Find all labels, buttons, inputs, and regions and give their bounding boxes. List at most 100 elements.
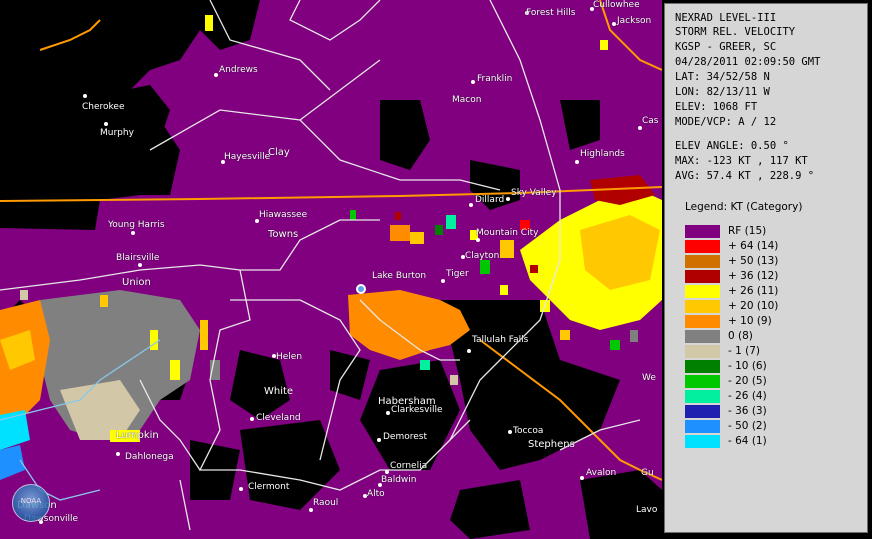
city-label: Baldwin — [381, 475, 417, 485]
legend-label: + 26 (11) — [728, 285, 779, 297]
city-label: Dahlonega — [125, 452, 174, 462]
elevation-angle: ELEV ANGLE: 0.50 ° — [675, 140, 789, 152]
city-label: Helen — [276, 352, 303, 362]
legend-entry: RF (15) — [685, 225, 855, 239]
city-dot — [441, 279, 445, 283]
city-label: Blairsville — [116, 253, 160, 263]
noaa-logo: NOAA — [12, 484, 50, 522]
product-name: NEXRAD LEVEL-III — [675, 12, 777, 24]
legend-swatch — [685, 360, 720, 373]
city-label: Lake Burton — [372, 271, 427, 281]
legend-label: - 36 (3) — [728, 405, 767, 417]
city-label: Cullowhee — [593, 0, 640, 10]
legend-entry: + 64 (14) — [685, 240, 855, 254]
legend-entry: - 10 (6) — [685, 360, 855, 374]
legend-title: Legend: KT (Category) — [685, 201, 803, 213]
city-label: Cornelia — [390, 461, 428, 471]
city-dot — [131, 231, 135, 235]
product-type: STORM REL. VELOCITY — [675, 26, 796, 38]
radar-echo-layer — [0, 0, 662, 539]
legend-label: - 64 (1) — [728, 435, 767, 447]
city-label: Toccoa — [513, 426, 544, 436]
city-dot — [385, 470, 389, 474]
city-dot — [83, 94, 87, 98]
county-label-towns: Towns — [268, 229, 299, 240]
legend-label: 0 (8) — [728, 330, 753, 342]
city-label: Macon — [452, 95, 482, 105]
legend-label: RF (15) — [728, 225, 767, 237]
city-label: Tiger — [446, 269, 469, 279]
legend-label: - 50 (2) — [728, 420, 767, 432]
mode-vcp: MODE/VCP: A / 12 — [675, 116, 777, 128]
legend-swatch — [685, 345, 720, 358]
legend-entry: - 26 (4) — [685, 390, 855, 404]
max-velocity: MAX: -123 KT , 117 KT — [675, 155, 808, 167]
city-label: Clermont — [248, 482, 290, 492]
city-label: Hiawassee — [259, 210, 308, 220]
city-dot — [575, 160, 579, 164]
county-label-stephens: Stephens — [528, 439, 575, 450]
legend-label: + 20 (10) — [728, 300, 779, 312]
city-label: Lavo — [636, 505, 658, 515]
city-label: Demorest — [383, 432, 427, 442]
legend-swatch — [685, 435, 720, 448]
legend-swatch — [685, 300, 720, 313]
county-label-clay: Clay — [268, 147, 290, 158]
noaa-logo-text: NOAA — [20, 497, 42, 505]
legend-swatch — [685, 255, 720, 268]
city-dot — [638, 126, 642, 130]
city-label: Raoul — [313, 498, 339, 508]
city-label: Sky Valley — [511, 188, 557, 198]
radar-station: KGSP - GREER, SC — [675, 41, 777, 53]
legend-entry: 0 (8) — [685, 330, 855, 344]
city-label: Andrews — [219, 65, 258, 75]
city-dot — [104, 122, 108, 126]
city-dot — [471, 80, 475, 84]
avg-velocity: AVG: 57.4 KT , 228.9 ° — [675, 170, 815, 182]
legend-swatch — [685, 405, 720, 418]
legend-entry: + 50 (13) — [685, 255, 855, 269]
city-label: Cherokee — [82, 102, 125, 112]
legend-label: + 50 (13) — [728, 255, 779, 267]
city-label: Jackson — [617, 16, 652, 26]
radar-viewer: Clay Towns Union White Lumpkin Habersham… — [0, 0, 872, 539]
legend-swatch — [685, 315, 720, 328]
city-dot — [250, 417, 254, 421]
legend-entry: - 20 (5) — [685, 375, 855, 389]
city-dot — [467, 349, 471, 353]
city-label: Clayton — [465, 251, 500, 261]
city-dot — [377, 438, 381, 442]
city-dot — [309, 508, 313, 512]
legend-entry: + 10 (9) — [685, 315, 855, 329]
city-dot — [580, 476, 584, 480]
city-dot — [386, 411, 390, 415]
city-dot — [239, 487, 243, 491]
city-label: Alto — [367, 489, 385, 499]
legend-swatch — [685, 330, 720, 343]
legend-label: - 26 (4) — [728, 390, 767, 402]
legend-label: - 20 (5) — [728, 375, 767, 387]
scan-time: 04/28/2011 02:09:50 GMT — [675, 56, 821, 68]
city-label: Highlands — [580, 149, 625, 159]
city-label: Hayesville — [224, 152, 271, 162]
legend-entry: + 36 (12) — [685, 270, 855, 284]
legend-swatch — [685, 240, 720, 253]
city-label: Cleveland — [256, 413, 301, 423]
legend-entry: - 1 (7) — [685, 345, 855, 359]
city-dot — [469, 203, 473, 207]
legend-swatch — [685, 390, 720, 403]
city-dot — [476, 238, 480, 242]
county-label-white: White — [264, 386, 294, 397]
radar-map[interactable]: Clay Towns Union White Lumpkin Habersham… — [0, 0, 662, 539]
city-label: Mountain City — [476, 228, 539, 238]
legend-label: - 1 (7) — [728, 345, 761, 357]
city-dot — [508, 430, 512, 434]
legend-swatch — [685, 285, 720, 298]
legend-entry: + 20 (10) — [685, 300, 855, 314]
legend-label: - 10 (6) — [728, 360, 767, 372]
info-panel: NEXRAD LEVEL-III STORM REL. VELOCITY KGS… — [664, 3, 868, 533]
legend-entry: - 50 (2) — [685, 420, 855, 434]
radar-site-marker[interactable] — [356, 284, 366, 294]
legend-swatch — [685, 375, 720, 388]
city-dot — [214, 73, 218, 77]
